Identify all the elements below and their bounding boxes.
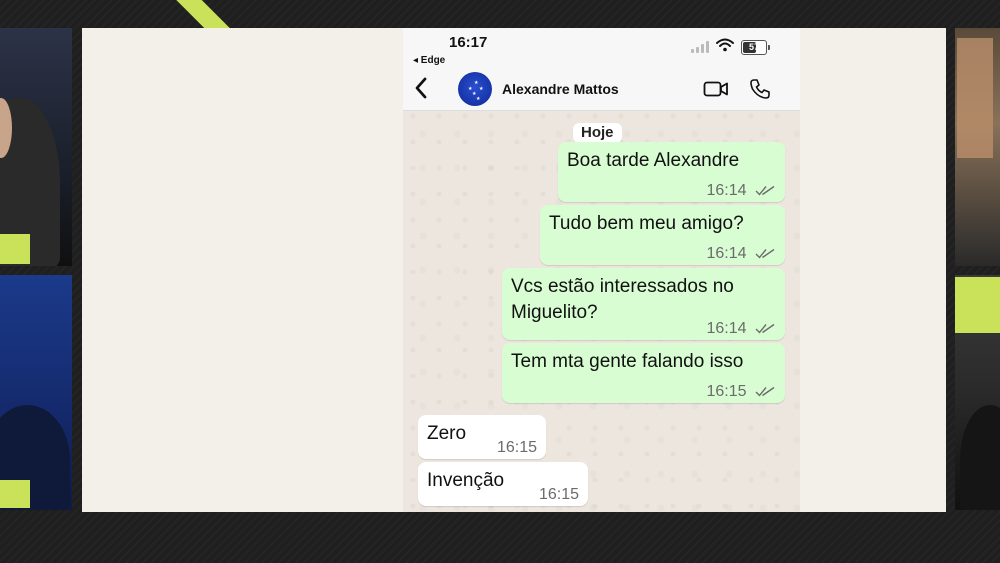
message-bubble-outgoing[interactable]: Vcs estão interessados no Miguelito? 16:… [502,268,785,340]
back-chevron-icon[interactable] [413,76,429,100]
message-bubble-outgoing[interactable]: Tem mta gente falando isso 16:15 [502,343,785,403]
message-text: Boa tarde Alexandre [567,150,740,171]
message-text: Invenção [427,470,505,491]
presenter-silhouette [960,405,1000,510]
message-meta: 16:14 [707,178,776,203]
poster-background [957,38,993,158]
contact-avatar[interactable]: ★ ★ ★ ★ ★ [458,72,492,106]
chat-header: 16:17 ◂ Edge 57 ★ ★ ★ ★ ★ Alexandre Matt… [403,28,800,111]
whatsapp-chat-screen: 16:17 ◂ Edge 57 ★ ★ ★ ★ ★ Alexandre Matt… [403,28,800,512]
double-check-icon [755,324,775,334]
contact-name[interactable]: Alexandre Mattos [502,81,619,97]
message-text-line-1: Vcs estão interessados no [511,276,734,297]
message-time: 16:15 [706,383,747,400]
message-text: Tudo bem meu amigo? [549,213,744,234]
status-time: 16:17 [449,34,488,51]
camera-feed-left-top [0,28,72,266]
camera-name-bar [0,234,30,264]
double-check-icon [755,249,775,259]
message-time: 16:14 [706,320,747,337]
screenshot-panel: 16:17 ◂ Edge 57 ★ ★ ★ ★ ★ Alexandre Matt… [82,28,946,512]
message-text: Tem mta gente falando isso [511,351,744,372]
phone-icon[interactable] [749,78,771,100]
message-meta: 16:15 [707,379,776,404]
message-time: 16:15 [538,486,579,503]
message-text-line-2: Miguelito? [511,302,598,323]
message-time: 16:14 [706,245,747,262]
message-bubble-outgoing[interactable]: Tudo bem meu amigo? 16:14 [540,205,785,265]
message-time: 16:15 [496,439,537,456]
cellular-signal-icon [691,41,711,53]
message-text: Zero [427,423,467,444]
camera-name-bar [0,480,30,508]
message-meta: 16:14 [707,316,776,341]
camera-feed-left-bottom [0,275,72,510]
message-bubble-incoming[interactable]: Zero 16:15 [418,415,546,459]
camera-feed-right-top [955,28,1000,266]
double-check-icon [755,186,775,196]
message-meta: 16:14 [707,241,776,266]
message-time: 16:14 [706,182,747,199]
wifi-icon [716,38,734,52]
camera-feed-right-bottom [955,275,1000,510]
video-camera-icon[interactable] [703,80,729,98]
camera-name-bar [955,277,1000,333]
battery-icon: 57 [741,40,770,55]
back-to-app-link[interactable]: ◂ Edge [413,55,445,66]
message-bubble-outgoing[interactable]: Boa tarde Alexandre 16:14 [558,142,785,202]
double-check-icon [755,387,775,397]
message-bubble-incoming[interactable]: Invenção 16:15 [418,462,588,506]
date-separator: Hoje [573,123,622,143]
battery-level: 57 [748,42,759,52]
